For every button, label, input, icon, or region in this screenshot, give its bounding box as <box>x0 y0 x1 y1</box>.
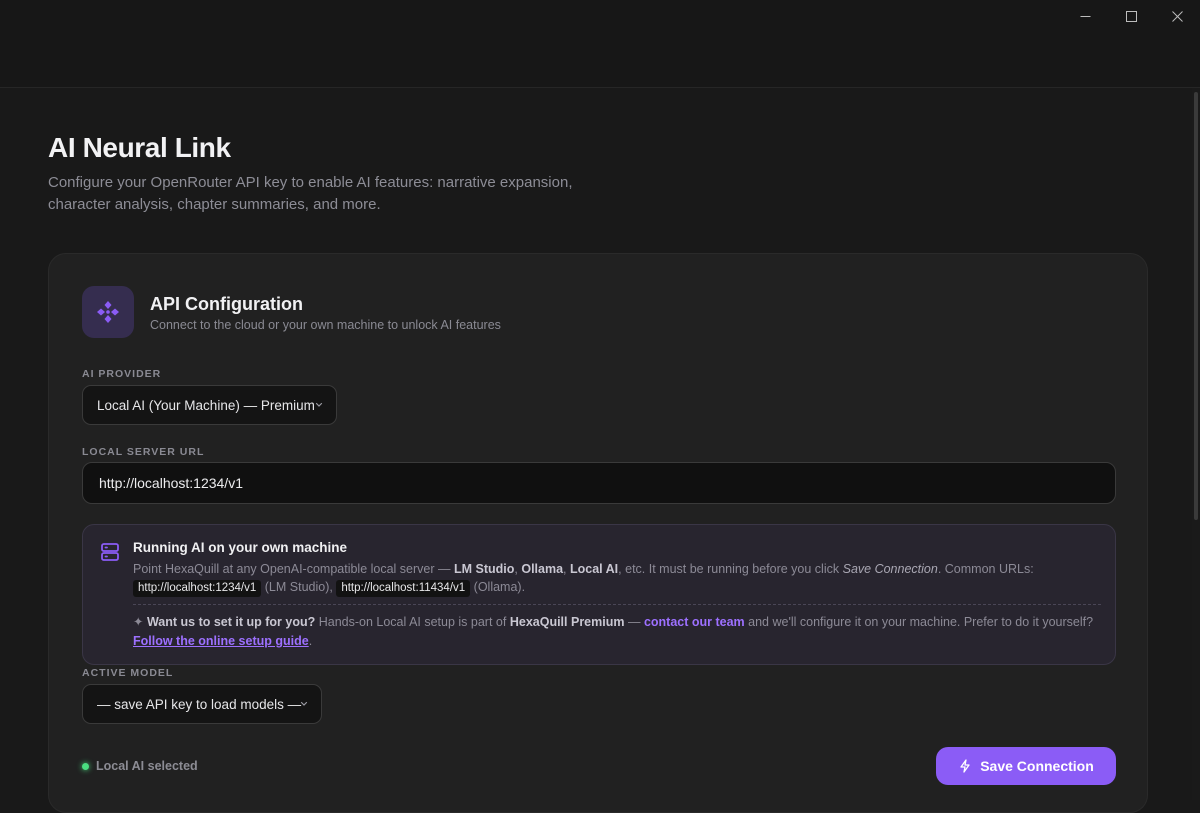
server-icon <box>101 543 119 561</box>
local-ai-info-box: Running AI on your own machine Point Hex… <box>82 524 1116 665</box>
premium-dash: — <box>627 615 641 629</box>
maximize-button[interactable] <box>1108 0 1154 32</box>
server-url-input[interactable] <box>82 462 1116 504</box>
connection-status: Local AI selected <box>82 759 198 773</box>
info-url-2-note: (Ollama). <box>473 580 526 594</box>
card-subtitle: Connect to the cloud or your own machine… <box>150 318 501 332</box>
provider-label: AI PROVIDER <box>82 368 162 380</box>
page-description: Configure your OpenRouter API key to ena… <box>48 174 573 213</box>
close-icon <box>1171 10 1183 22</box>
premium-after-text: and we'll configure it on your machine. … <box>748 615 1094 629</box>
info-title: Running AI on your own machine <box>133 540 347 555</box>
lightning-icon <box>960 759 970 773</box>
card-icon-tile <box>82 286 134 338</box>
page-title: AI Neural Link <box>48 132 231 163</box>
hexagon-network-icon <box>97 301 119 323</box>
chevron-down-icon <box>300 701 308 706</box>
active-model-select[interactable]: — save API key to load models — <box>82 684 322 724</box>
api-configuration-card: API Configuration Connect to the cloud o… <box>48 253 1148 813</box>
info-lm-studio: LM Studio <box>454 562 515 576</box>
info-url-1-note: (LM Studio), <box>264 580 333 594</box>
save-connection-button[interactable]: Save Connection <box>936 747 1116 785</box>
code-url-ollama: http://localhost:11434/v1 <box>336 580 471 597</box>
maximize-icon <box>1125 10 1137 22</box>
minimize-button[interactable] <box>1062 0 1108 32</box>
server-url-label: LOCAL SERVER URL <box>82 446 205 458</box>
guide-end: . <box>308 634 313 648</box>
status-text: Local AI selected <box>96 759 198 773</box>
window-titlebar <box>0 0 1200 88</box>
status-dot <box>82 762 89 770</box>
chevron-down-icon <box>315 402 323 407</box>
card-title: API Configuration <box>150 294 303 314</box>
page-scrollbar[interactable] <box>1192 88 1200 800</box>
info-save-connection-ref: Save Connection <box>842 562 938 576</box>
info-common-urls: . Common URLs: <box>937 562 1034 576</box>
premium-question: Want us to set it up for you? <box>146 615 316 629</box>
provider-selected-value: Local AI (Your Machine) — Premium <box>97 397 315 413</box>
active-model-label: ACTIVE MODEL <box>82 667 174 679</box>
save-connection-label: Save Connection <box>980 758 1094 774</box>
info-ollama: Ollama <box>521 562 564 576</box>
minimize-icon <box>1080 15 1090 17</box>
premium-product: HexaQuill Premium <box>509 615 625 629</box>
premium-text: Hands-on Local AI setup is part of <box>318 615 507 629</box>
info-premium-text: ✦ Want us to set it up for you? Hands-on… <box>133 613 1108 651</box>
provider-select[interactable]: Local AI (Your Machine) — Premium <box>82 385 337 425</box>
sparkle-icon: ✦ <box>133 615 144 629</box>
info-mid-text: , etc. It must be running before you cli… <box>618 562 840 576</box>
info-body: Point HexaQuill at any OpenAI-compatible… <box>133 560 1103 597</box>
code-url-lm-studio: http://localhost:1234/v1 <box>133 580 262 597</box>
info-intro-text: Point HexaQuill at any OpenAI-compatible… <box>133 562 451 576</box>
scrollbar-thumb[interactable] <box>1194 92 1198 520</box>
info-divider <box>133 604 1101 605</box>
setup-guide-link[interactable]: Follow the online setup guide <box>133 634 309 648</box>
contact-team-link[interactable]: contact our team <box>644 615 745 629</box>
close-button[interactable] <box>1154 0 1200 32</box>
model-selected-value: — save API key to load models — <box>97 696 302 712</box>
info-local-ai: Local AI <box>570 562 619 576</box>
window-controls <box>1062 0 1200 32</box>
